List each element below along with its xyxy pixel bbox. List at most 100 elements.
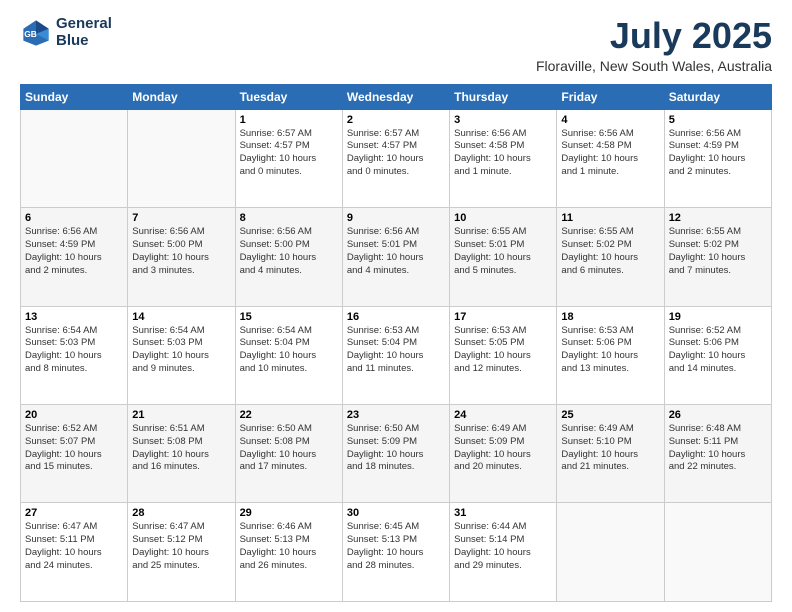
day-info: Sunrise: 6:54 AM Sunset: 5:03 PM Dayligh… — [25, 325, 123, 376]
day-number: 25 — [561, 409, 659, 421]
logo: GB General Blue — [20, 16, 112, 49]
day-info: Sunrise: 6:47 AM Sunset: 5:11 PM Dayligh… — [25, 521, 123, 572]
weekday-header-wednesday: Wednesday — [342, 84, 449, 109]
day-info: Sunrise: 6:55 AM Sunset: 5:01 PM Dayligh… — [454, 226, 552, 277]
calendar-table: SundayMondayTuesdayWednesdayThursdayFrid… — [20, 84, 772, 602]
day-number: 2 — [347, 114, 445, 126]
day-cell-5: 5 Sunrise: 6:56 AM Sunset: 4:59 PM Daylig… — [664, 109, 771, 207]
day-info: Sunrise: 6:48 AM Sunset: 5:11 PM Dayligh… — [669, 423, 767, 474]
day-info: Sunrise: 6:57 AM Sunset: 4:57 PM Dayligh… — [347, 128, 445, 179]
day-number: 21 — [132, 409, 230, 421]
header: GB General Blue July 2025 Floraville, Ne… — [20, 16, 772, 74]
day-cell-23: 23 Sunrise: 6:50 AM Sunset: 5:09 PM Dayli… — [342, 405, 449, 503]
empty-cell — [557, 503, 664, 602]
empty-cell — [21, 109, 128, 207]
day-info: Sunrise: 6:49 AM Sunset: 5:10 PM Dayligh… — [561, 423, 659, 474]
day-number: 5 — [669, 114, 767, 126]
day-info: Sunrise: 6:50 AM Sunset: 5:08 PM Dayligh… — [240, 423, 338, 474]
day-number: 8 — [240, 212, 338, 224]
location-subtitle: Floraville, New South Wales, Australia — [536, 58, 772, 74]
day-cell-25: 25 Sunrise: 6:49 AM Sunset: 5:10 PM Dayli… — [557, 405, 664, 503]
day-number: 31 — [454, 507, 552, 519]
logo-text: General Blue — [56, 16, 112, 49]
day-info: Sunrise: 6:56 AM Sunset: 5:01 PM Dayligh… — [347, 226, 445, 277]
day-info: Sunrise: 6:44 AM Sunset: 5:14 PM Dayligh… — [454, 521, 552, 572]
day-number: 10 — [454, 212, 552, 224]
day-cell-11: 11 Sunrise: 6:55 AM Sunset: 5:02 PM Dayli… — [557, 208, 664, 306]
weekday-header-sunday: Sunday — [21, 84, 128, 109]
day-info: Sunrise: 6:51 AM Sunset: 5:08 PM Dayligh… — [132, 423, 230, 474]
weekday-header-monday: Monday — [128, 84, 235, 109]
day-cell-15: 15Sunrise: 6:54 AM Sunset: 5:04 PM Dayli… — [235, 306, 342, 404]
day-info: Sunrise: 6:57 AM Sunset: 4:57 PM Dayligh… — [240, 128, 338, 179]
day-cell-13: 13Sunrise: 6:54 AM Sunset: 5:03 PM Dayli… — [21, 306, 128, 404]
day-info: Sunrise: 6:53 AM Sunset: 5:04 PM Dayligh… — [347, 325, 445, 376]
day-number: 18 — [561, 311, 659, 323]
day-number: 19 — [669, 311, 767, 323]
day-info: Sunrise: 6:47 AM Sunset: 5:12 PM Dayligh… — [132, 521, 230, 572]
day-cell-3: 3Sunrise: 6:56 AM Sunset: 4:58 PM Daylig… — [450, 109, 557, 207]
day-number: 26 — [669, 409, 767, 421]
page: GB General Blue July 2025 Floraville, Ne… — [0, 0, 792, 612]
week-row-1: 1 Sunrise: 6:57 AM Sunset: 4:57 PM Daylig… — [21, 109, 772, 207]
day-info: Sunrise: 6:56 AM Sunset: 4:58 PM Dayligh… — [561, 128, 659, 179]
day-cell-19: 19 Sunrise: 6:52 AM Sunset: 5:06 PM Dayli… — [664, 306, 771, 404]
day-number: 16 — [347, 311, 445, 323]
weekday-header-thursday: Thursday — [450, 84, 557, 109]
day-number: 20 — [25, 409, 123, 421]
day-number: 1 — [240, 114, 338, 126]
day-number: 28 — [132, 507, 230, 519]
day-cell-27: 27 Sunrise: 6:47 AM Sunset: 5:11 PM Dayli… — [21, 503, 128, 602]
day-cell-18: 18Sunrise: 6:53 AM Sunset: 5:06 PM Dayli… — [557, 306, 664, 404]
day-cell-30: 30Sunrise: 6:45 AM Sunset: 5:13 PM Dayli… — [342, 503, 449, 602]
day-number: 27 — [25, 507, 123, 519]
day-cell-9: 9Sunrise: 6:56 AM Sunset: 5:01 PM Daylig… — [342, 208, 449, 306]
day-info: Sunrise: 6:56 AM Sunset: 4:58 PM Dayligh… — [454, 128, 552, 179]
day-cell-31: 31 Sunrise: 6:44 AM Sunset: 5:14 PM Dayli… — [450, 503, 557, 602]
day-cell-8: 8 Sunrise: 6:56 AM Sunset: 5:00 PM Daylig… — [235, 208, 342, 306]
day-cell-14: 14Sunrise: 6:54 AM Sunset: 5:03 PM Dayli… — [128, 306, 235, 404]
day-cell-26: 26 Sunrise: 6:48 AM Sunset: 5:11 PM Dayli… — [664, 405, 771, 503]
svg-text:GB: GB — [24, 29, 37, 39]
day-info: Sunrise: 6:52 AM Sunset: 5:07 PM Dayligh… — [25, 423, 123, 474]
week-row-2: 6Sunrise: 6:56 AM Sunset: 4:59 PM Daylig… — [21, 208, 772, 306]
day-info: Sunrise: 6:46 AM Sunset: 5:13 PM Dayligh… — [240, 521, 338, 572]
day-cell-4: 4 Sunrise: 6:56 AM Sunset: 4:58 PM Daylig… — [557, 109, 664, 207]
title-block: July 2025 Floraville, New South Wales, A… — [536, 16, 772, 74]
day-number: 22 — [240, 409, 338, 421]
day-number: 24 — [454, 409, 552, 421]
day-info: Sunrise: 6:50 AM Sunset: 5:09 PM Dayligh… — [347, 423, 445, 474]
day-number: 6 — [25, 212, 123, 224]
day-cell-2: 2 Sunrise: 6:57 AM Sunset: 4:57 PM Daylig… — [342, 109, 449, 207]
day-number: 7 — [132, 212, 230, 224]
day-cell-6: 6Sunrise: 6:56 AM Sunset: 4:59 PM Daylig… — [21, 208, 128, 306]
weekday-header-friday: Friday — [557, 84, 664, 109]
day-info: Sunrise: 6:55 AM Sunset: 5:02 PM Dayligh… — [669, 226, 767, 277]
day-info: Sunrise: 6:56 AM Sunset: 4:59 PM Dayligh… — [669, 128, 767, 179]
day-info: Sunrise: 6:56 AM Sunset: 5:00 PM Dayligh… — [132, 226, 230, 277]
day-cell-7: 7 Sunrise: 6:56 AM Sunset: 5:00 PM Daylig… — [128, 208, 235, 306]
day-number: 23 — [347, 409, 445, 421]
weekday-header-saturday: Saturday — [664, 84, 771, 109]
day-cell-22: 22 Sunrise: 6:50 AM Sunset: 5:08 PM Dayli… — [235, 405, 342, 503]
logo-icon: GB — [20, 17, 52, 49]
month-title: July 2025 — [536, 16, 772, 56]
day-number: 4 — [561, 114, 659, 126]
day-number: 29 — [240, 507, 338, 519]
day-cell-24: 24Sunrise: 6:49 AM Sunset: 5:09 PM Dayli… — [450, 405, 557, 503]
day-info: Sunrise: 6:55 AM Sunset: 5:02 PM Dayligh… — [561, 226, 659, 277]
week-row-5: 27 Sunrise: 6:47 AM Sunset: 5:11 PM Dayli… — [21, 503, 772, 602]
day-cell-12: 12Sunrise: 6:55 AM Sunset: 5:02 PM Dayli… — [664, 208, 771, 306]
day-cell-28: 28 Sunrise: 6:47 AM Sunset: 5:12 PM Dayli… — [128, 503, 235, 602]
week-row-3: 13Sunrise: 6:54 AM Sunset: 5:03 PM Dayli… — [21, 306, 772, 404]
day-info: Sunrise: 6:45 AM Sunset: 5:13 PM Dayligh… — [347, 521, 445, 572]
week-row-4: 20 Sunrise: 6:52 AM Sunset: 5:07 PM Dayli… — [21, 405, 772, 503]
day-number: 11 — [561, 212, 659, 224]
empty-cell — [128, 109, 235, 207]
day-info: Sunrise: 6:53 AM Sunset: 5:05 PM Dayligh… — [454, 325, 552, 376]
day-info: Sunrise: 6:56 AM Sunset: 5:00 PM Dayligh… — [240, 226, 338, 277]
day-cell-17: 17Sunrise: 6:53 AM Sunset: 5:05 PM Dayli… — [450, 306, 557, 404]
day-info: Sunrise: 6:52 AM Sunset: 5:06 PM Dayligh… — [669, 325, 767, 376]
day-cell-29: 29 Sunrise: 6:46 AM Sunset: 5:13 PM Dayli… — [235, 503, 342, 602]
day-cell-21: 21 Sunrise: 6:51 AM Sunset: 5:08 PM Dayli… — [128, 405, 235, 503]
